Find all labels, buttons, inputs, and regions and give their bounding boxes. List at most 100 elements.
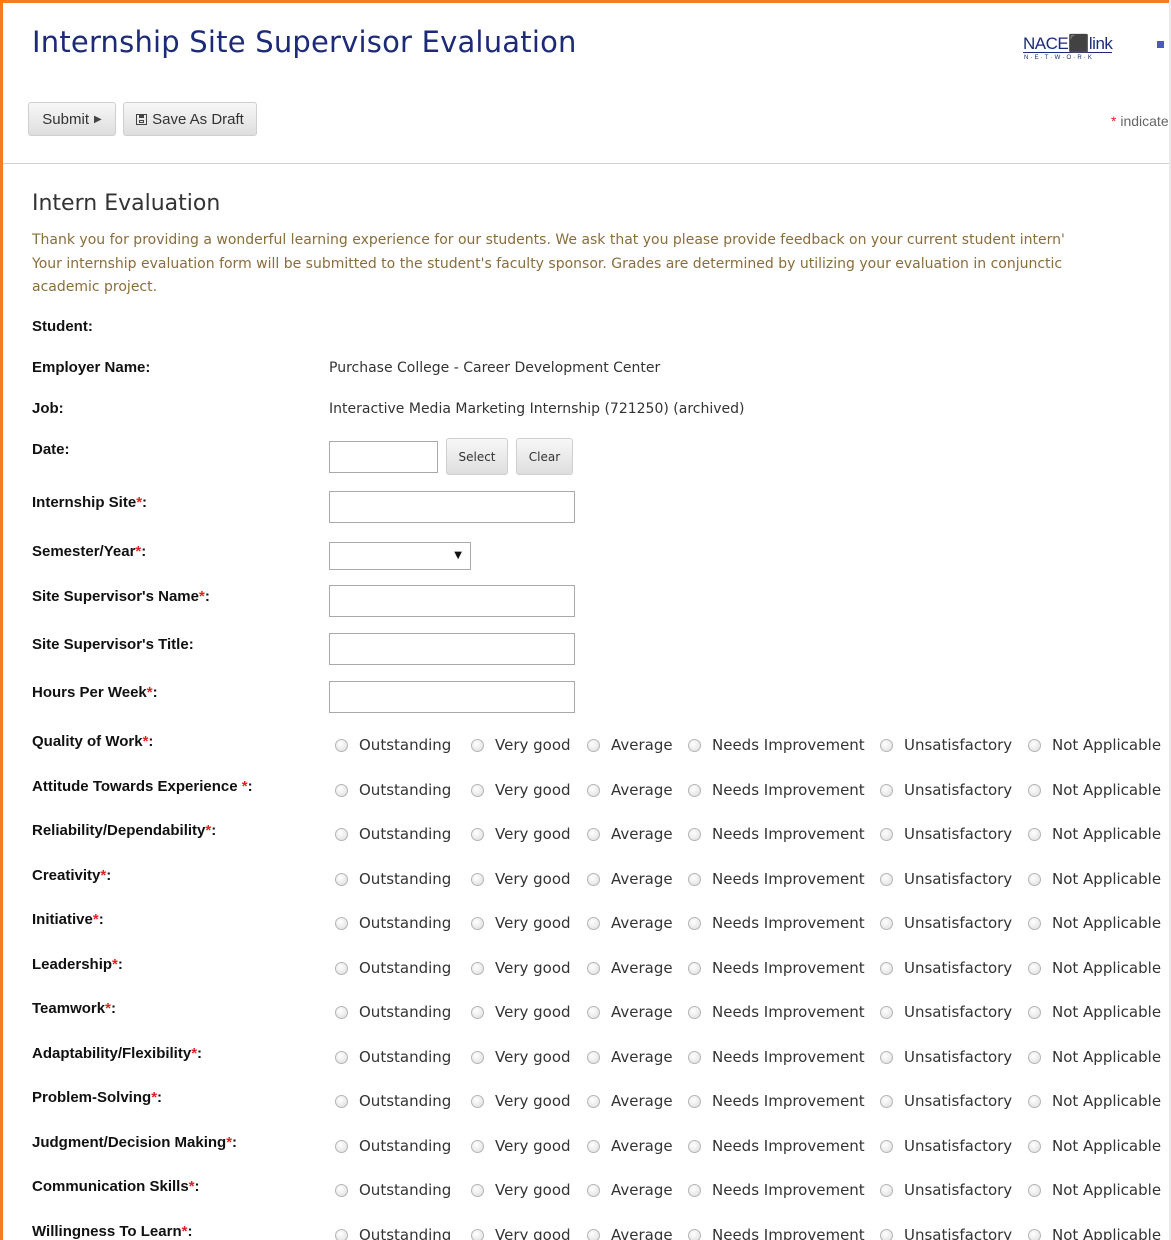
radio-button[interactable] [471,916,484,930]
rating-option[interactable]: Needs Improvement [688,959,865,977]
rating-option[interactable]: Very good [471,1226,571,1240]
radio-button[interactable] [471,1094,484,1108]
rating-option[interactable]: Outstanding [335,870,451,888]
radio-button[interactable] [1028,1183,1041,1197]
rating-option[interactable]: Outstanding [335,736,451,754]
radio-button[interactable] [471,783,484,797]
rating-option[interactable]: Unsatisfactory [880,870,1012,888]
internship-site-field[interactable] [329,491,575,523]
rating-option[interactable]: Outstanding [335,1226,451,1240]
rating-option[interactable]: Not Applicable [1028,1181,1161,1199]
date-field[interactable] [329,441,438,473]
radio-button[interactable] [880,961,893,975]
rating-option[interactable]: Average [587,870,673,888]
rating-option[interactable]: Not Applicable [1028,1048,1161,1066]
radio-button[interactable] [880,827,893,841]
rating-option[interactable]: Very good [471,914,571,932]
radio-button[interactable] [688,916,701,930]
rating-option[interactable]: Not Applicable [1028,736,1161,754]
rating-option[interactable]: Very good [471,1048,571,1066]
rating-option[interactable]: Very good [471,736,571,754]
radio-button[interactable] [587,738,600,752]
radio-button[interactable] [335,961,348,975]
radio-button[interactable] [880,916,893,930]
radio-button[interactable] [587,1094,600,1108]
radio-button[interactable] [880,1183,893,1197]
rating-option[interactable]: Average [587,1092,673,1110]
radio-button[interactable] [335,738,348,752]
rating-option[interactable]: Needs Improvement [688,914,865,932]
rating-option[interactable]: Not Applicable [1028,914,1161,932]
radio-button[interactable] [880,1005,893,1019]
supervisor-title-field[interactable] [329,633,575,665]
rating-option[interactable]: Outstanding [335,1092,451,1110]
rating-option[interactable]: Unsatisfactory [880,781,1012,799]
rating-option[interactable]: Unsatisfactory [880,1226,1012,1240]
radio-button[interactable] [688,827,701,841]
radio-button[interactable] [471,1183,484,1197]
rating-option[interactable]: Needs Improvement [688,1092,865,1110]
radio-button[interactable] [688,1228,701,1240]
rating-option[interactable]: Unsatisfactory [880,825,1012,843]
radio-button[interactable] [880,1094,893,1108]
rating-option[interactable]: Needs Improvement [688,736,865,754]
radio-button[interactable] [688,1183,701,1197]
supervisor-name-field[interactable] [329,585,575,617]
radio-button[interactable] [335,1005,348,1019]
rating-option[interactable]: Needs Improvement [688,1226,865,1240]
radio-button[interactable] [471,1050,484,1064]
radio-button[interactable] [688,1139,701,1153]
rating-option[interactable]: Unsatisfactory [880,1048,1012,1066]
rating-option[interactable]: Average [587,1181,673,1199]
rating-option[interactable]: Average [587,781,673,799]
rating-option[interactable]: Not Applicable [1028,825,1161,843]
rating-option[interactable]: Not Applicable [1028,870,1161,888]
radio-button[interactable] [1028,961,1041,975]
radio-button[interactable] [587,1139,600,1153]
rating-option[interactable]: Unsatisfactory [880,1137,1012,1155]
radio-button[interactable] [335,872,348,886]
radio-button[interactable] [335,1139,348,1153]
rating-option[interactable]: Unsatisfactory [880,736,1012,754]
radio-button[interactable] [1028,916,1041,930]
rating-option[interactable]: Average [587,959,673,977]
radio-button[interactable] [587,1050,600,1064]
radio-button[interactable] [1028,1094,1041,1108]
radio-button[interactable] [471,961,484,975]
rating-option[interactable]: Very good [471,1137,571,1155]
rating-option[interactable]: Unsatisfactory [880,1092,1012,1110]
rating-option[interactable]: Very good [471,1181,571,1199]
rating-option[interactable]: Not Applicable [1028,1137,1161,1155]
rating-option[interactable]: Needs Improvement [688,1137,865,1155]
radio-button[interactable] [335,1183,348,1197]
hours-field[interactable] [329,681,575,713]
radio-button[interactable] [688,961,701,975]
rating-option[interactable]: Needs Improvement [688,1048,865,1066]
radio-button[interactable] [1028,827,1041,841]
rating-option[interactable]: Very good [471,959,571,977]
rating-option[interactable]: Very good [471,870,571,888]
rating-option[interactable]: Outstanding [335,1048,451,1066]
radio-button[interactable] [335,1094,348,1108]
radio-button[interactable] [1028,783,1041,797]
rating-option[interactable]: Average [587,736,673,754]
rating-option[interactable]: Average [587,1048,673,1066]
radio-button[interactable] [471,872,484,886]
rating-option[interactable]: Outstanding [335,1137,451,1155]
radio-button[interactable] [880,872,893,886]
rating-option[interactable]: Outstanding [335,1003,451,1021]
rating-option[interactable]: Not Applicable [1028,1092,1161,1110]
semester-select[interactable]: ▼ [329,542,471,570]
rating-option[interactable]: Outstanding [335,1181,451,1199]
rating-option[interactable]: Not Applicable [1028,1003,1161,1021]
radio-button[interactable] [587,783,600,797]
radio-button[interactable] [1028,738,1041,752]
radio-button[interactable] [471,738,484,752]
rating-option[interactable]: Needs Improvement [688,870,865,888]
radio-button[interactable] [587,827,600,841]
radio-button[interactable] [587,1183,600,1197]
submit-button[interactable]: Submit ▶ [28,102,116,136]
rating-option[interactable]: Not Applicable [1028,781,1161,799]
radio-button[interactable] [688,1005,701,1019]
rating-option[interactable]: Average [587,1003,673,1021]
